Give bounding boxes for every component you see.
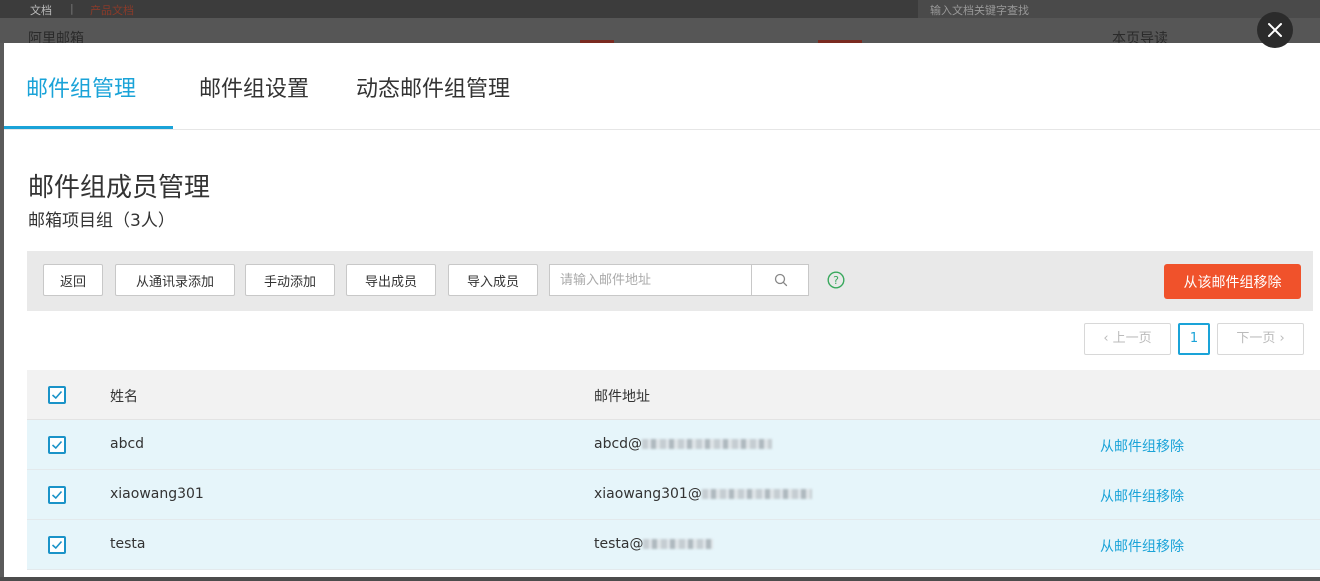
search-icon [774, 273, 787, 287]
add-from-contacts-button[interactable]: 从通讯录添加 [115, 264, 235, 296]
select-all-checkbox[interactable] [48, 386, 66, 404]
next-page-button[interactable]: 下一页 › [1217, 323, 1304, 355]
row-checkbox[interactable] [48, 486, 66, 504]
prev-page-button[interactable]: ‹ 上一页 [1084, 323, 1171, 355]
bg-link-docs: 文档 [30, 4, 52, 17]
bg-search-box: 输入文档关键字查找 [918, 0, 1320, 18]
checkmark-icon [51, 390, 63, 400]
remove-member-link[interactable]: 从邮件组移除 [1100, 486, 1184, 506]
svg-text:?: ? [833, 274, 839, 287]
email-search [549, 264, 809, 296]
checkmark-icon [51, 490, 63, 500]
redacted-domain [701, 489, 812, 499]
table-row: testa testa@ 从邮件组移除 [27, 520, 1320, 570]
remove-from-group-button[interactable]: 从该邮件组移除 [1164, 264, 1301, 299]
close-icon [1268, 23, 1282, 37]
tab-bar: 邮件组管理 邮件组设置 动态邮件组管理 [4, 43, 1320, 130]
remove-member-link[interactable]: 从邮件组移除 [1100, 536, 1184, 556]
bg-separator: | [70, 2, 74, 15]
background-strip: 阿里邮箱 本页导读 [0, 18, 1320, 43]
column-header-email: 邮件地址 [594, 389, 650, 405]
active-tab-indicator [4, 126, 173, 129]
redacted-domain [643, 539, 714, 549]
table-row: xiaowang301 xiaowang301@ 从邮件组移除 [27, 470, 1320, 520]
bg-strip-left: 阿里邮箱 [28, 31, 84, 43]
email-prefix: xiaowang301@ [594, 486, 702, 502]
row-checkbox[interactable] [48, 536, 66, 554]
toolbar: 返回 从通讯录添加 手动添加 导出成员 导入成员 ? 从该邮件组移除 [27, 251, 1313, 311]
member-email: abcd@ [594, 436, 773, 452]
current-page[interactable]: 1 [1178, 323, 1210, 355]
member-name: abcd [110, 436, 145, 452]
email-prefix: testa@ [594, 536, 644, 552]
column-header-name: 姓名 [110, 389, 138, 405]
close-button[interactable] [1257, 12, 1293, 48]
members-table: 姓名 邮件地址 abcd abcd@ 从邮件组移除 xiaowang301 xi… [27, 370, 1320, 570]
search-button[interactable] [751, 265, 809, 295]
member-email: xiaowang301@ [594, 486, 812, 502]
redacted-domain [642, 439, 773, 449]
modal-dialog: 邮件组管理 邮件组设置 动态邮件组管理 邮件组成员管理 邮箱项目组（3人） 返回… [4, 43, 1320, 577]
bg-search-placeholder: 输入文档关键字查找 [930, 4, 1029, 17]
page-title: 邮件组成员管理 [28, 173, 211, 203]
remove-member-link[interactable]: 从邮件组移除 [1100, 436, 1184, 456]
table-header-row: 姓名 邮件地址 [27, 370, 1320, 420]
export-members-button[interactable]: 导出成员 [346, 264, 436, 296]
back-button[interactable]: 返回 [43, 264, 103, 296]
checkmark-icon [51, 540, 63, 550]
background-topbar: 文档 | 产品文档 输入文档关键字查找 [0, 0, 1320, 18]
background-bottom [0, 577, 1320, 581]
group-subtitle: 邮箱项目组（3人） [28, 211, 175, 231]
tab-group-settings[interactable]: 邮件组设置 [199, 71, 309, 103]
tab-group-management[interactable]: 邮件组管理 [26, 71, 136, 103]
bg-strip-right: 本页导读 [1112, 31, 1168, 43]
import-members-button[interactable]: 导入成员 [448, 264, 538, 296]
manual-add-button[interactable]: 手动添加 [245, 264, 335, 296]
member-email: testa@ [594, 536, 714, 552]
email-prefix: abcd@ [594, 436, 643, 452]
checkmark-icon [51, 440, 63, 450]
email-search-input[interactable] [550, 265, 770, 295]
member-name: xiaowang301 [110, 486, 204, 502]
row-checkbox[interactable] [48, 436, 66, 454]
table-row: abcd abcd@ 从邮件组移除 [27, 420, 1320, 470]
bg-link-product-docs: 产品文档 [90, 4, 134, 17]
member-name: testa [110, 536, 146, 552]
tab-dynamic-group-management[interactable]: 动态邮件组管理 [356, 71, 510, 103]
help-icon[interactable]: ? [827, 271, 845, 289]
